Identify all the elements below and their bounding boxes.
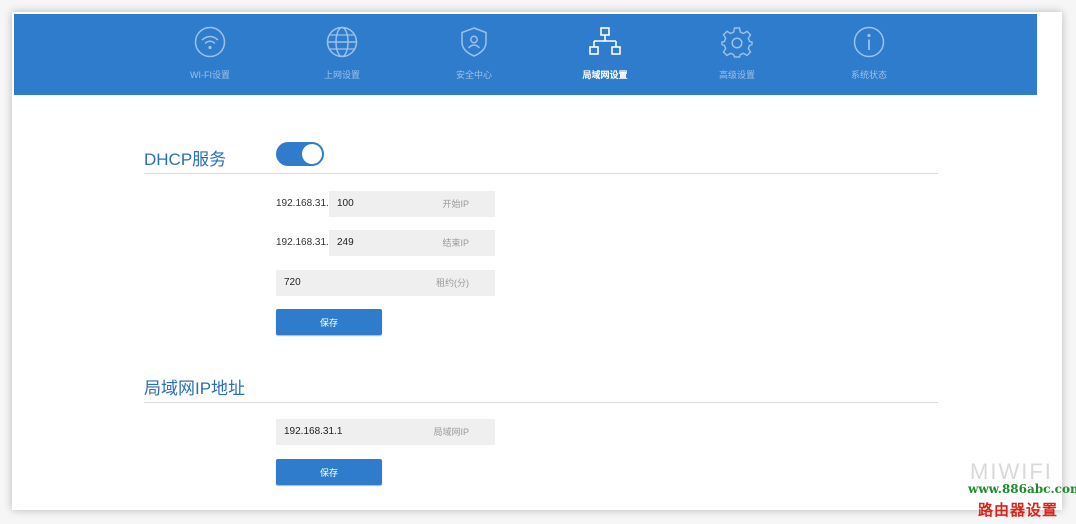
end-ip-prefix: 192.168.31.	[276, 237, 329, 248]
toggle-knob	[302, 144, 322, 164]
globe-icon	[326, 26, 358, 58]
lan-ip-row: 192.168.31.1 局域网IP	[276, 419, 495, 445]
nav-item-lan[interactable]: 局域网设置	[555, 14, 655, 95]
lease-hint: 租约(分)	[436, 278, 469, 288]
start-ip-value: 100	[337, 198, 354, 209]
nav-item-security[interactable]: 安全中心	[424, 14, 524, 95]
start-ip-row: 192.168.31. 100 开始IP	[276, 191, 495, 217]
dhcp-toggle[interactable]	[276, 142, 324, 166]
lease-value: 720	[284, 277, 301, 288]
info-icon	[853, 26, 885, 58]
nav-label-advanced: 高级设置	[718, 70, 755, 80]
shield-icon	[461, 27, 487, 57]
lan-divider	[144, 402, 938, 403]
dhcp-section-title: DHCP服务	[144, 150, 227, 169]
lease-row: 720 租约(分)	[276, 270, 495, 296]
nav-label-wifi: WI-FI设置	[190, 70, 230, 80]
lease-input[interactable]: 720 租约(分)	[276, 270, 495, 296]
lan-ip-value: 192.168.31.1	[284, 426, 343, 437]
dhcp-save-button[interactable]: 保存	[276, 309, 382, 335]
watermark-site-name: 路由器设置	[978, 501, 1059, 519]
nav-label-security: 安全中心	[455, 70, 492, 80]
start-ip-hint: 开始IP	[442, 199, 469, 209]
watermark-url: www.886abc.com	[968, 482, 1076, 496]
end-ip-row: 192.168.31. 249 结束IP	[276, 230, 495, 256]
nav-label-internet: 上网设置	[323, 70, 360, 80]
lan-save-button[interactable]: 保存	[276, 459, 382, 485]
gear-icon	[721, 27, 753, 58]
dhcp-divider	[144, 173, 938, 174]
lan-section-title: 局域网IP地址	[144, 379, 246, 398]
end-ip-value: 249	[337, 237, 354, 248]
nav-item-advanced[interactable]: 高级设置	[687, 14, 787, 95]
lan-ip-input[interactable]: 192.168.31.1 局域网IP	[276, 419, 495, 445]
lan-ip-hint: 局域网IP	[433, 427, 469, 437]
start-ip-prefix: 192.168.31.	[276, 198, 329, 209]
top-nav-bar: WI-FI设置 上网设置 安全中心 局域网设置 高级设置 系统状态	[14, 14, 1037, 95]
nav-item-status[interactable]: 系统状态	[819, 14, 919, 95]
nav-item-wifi[interactable]: WI-FI设置	[160, 14, 260, 95]
start-ip-input[interactable]: 100 开始IP	[329, 191, 495, 217]
end-ip-input[interactable]: 249 结束IP	[329, 230, 495, 256]
nav-item-internet[interactable]: 上网设置	[292, 14, 392, 95]
nav-label-status: 系统状态	[850, 70, 887, 80]
wifi-icon	[194, 26, 226, 58]
network-icon	[589, 27, 621, 55]
nav-label-lan: 局域网设置	[582, 70, 628, 80]
end-ip-hint: 结束IP	[442, 238, 469, 248]
